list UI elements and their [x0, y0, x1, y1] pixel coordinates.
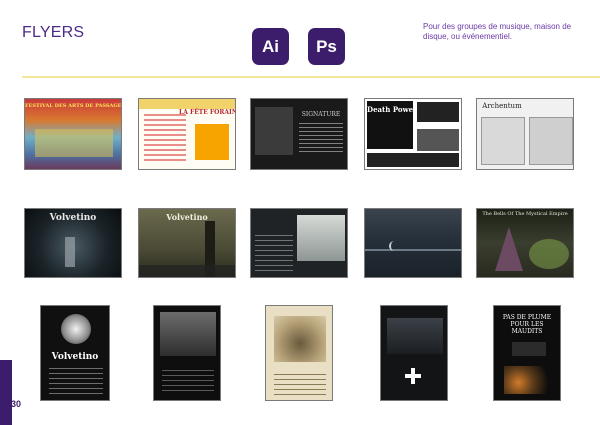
flyer-caption: Death Power: [367, 105, 417, 114]
flyer-caption: Volvetino: [49, 213, 97, 223]
flyer-thumbnail-misty-forest: [153, 305, 221, 401]
flyer-thumbnail-volvetino-concert: Volvetino: [24, 208, 122, 278]
flyer-thumbnail-signature: SIGNATURE: [250, 98, 348, 170]
portfolio-page: FLYERS Ai Ps Pour des groupes de musique…: [0, 0, 600, 425]
flyer-thumbnail-festival: FESTIVAL DES ARTS DE PASSAGE: [24, 98, 122, 170]
flyer-thumbnail-dark-forest: [250, 208, 348, 278]
flyer-caption: PAS DE PLUME POUR LES MAUDITS: [502, 314, 552, 335]
page-number: 30: [11, 399, 22, 409]
flyer-thumbnail-volvetino-forest: Volvetino: [138, 208, 236, 278]
flyer-thumbnail-dog-portrait: [265, 305, 333, 401]
page-title: FLYERS: [22, 24, 85, 41]
flyer-caption: Volvetino: [166, 212, 208, 222]
flyer-caption: FESTIVAL DES ARTS DE PASSAGE: [25, 103, 122, 109]
page-edge-bar: [0, 360, 12, 425]
flyer-thumbnail-cross: [380, 305, 448, 401]
flyer-caption: SIGNATURE: [301, 111, 341, 118]
illustrator-icon: Ai: [252, 28, 289, 65]
flyer-thumbnail-fete-foraine: LA FÊTE FORAINE: [138, 98, 236, 170]
flyer-thumbnail-archentum: Archentum: [476, 98, 574, 170]
page-description: Pour des groupes de musique, maison de d…: [423, 22, 572, 41]
flyer-caption: Volvetino: [51, 352, 99, 362]
flyer-caption: Archentum: [482, 102, 522, 110]
flyer-thumbnail-volvetino-crossing: Volvetino: [40, 305, 110, 401]
flyer-thumbnail-pas-de-plume: PAS DE PLUME POUR LES MAUDITS: [493, 305, 561, 401]
divider: [22, 76, 600, 78]
flyer-thumbnail-mystical-empire: The Bells Of The Mystical Empire: [476, 208, 574, 278]
flyer-caption: LA FÊTE FORAINE: [179, 109, 236, 116]
flyer-thumbnail-death-power: Death Power: [364, 98, 462, 170]
flyer-thumbnail-night-sky: [364, 208, 462, 278]
photoshop-icon: Ps: [308, 28, 345, 65]
flyer-caption: The Bells Of The Mystical Empire: [482, 211, 568, 217]
